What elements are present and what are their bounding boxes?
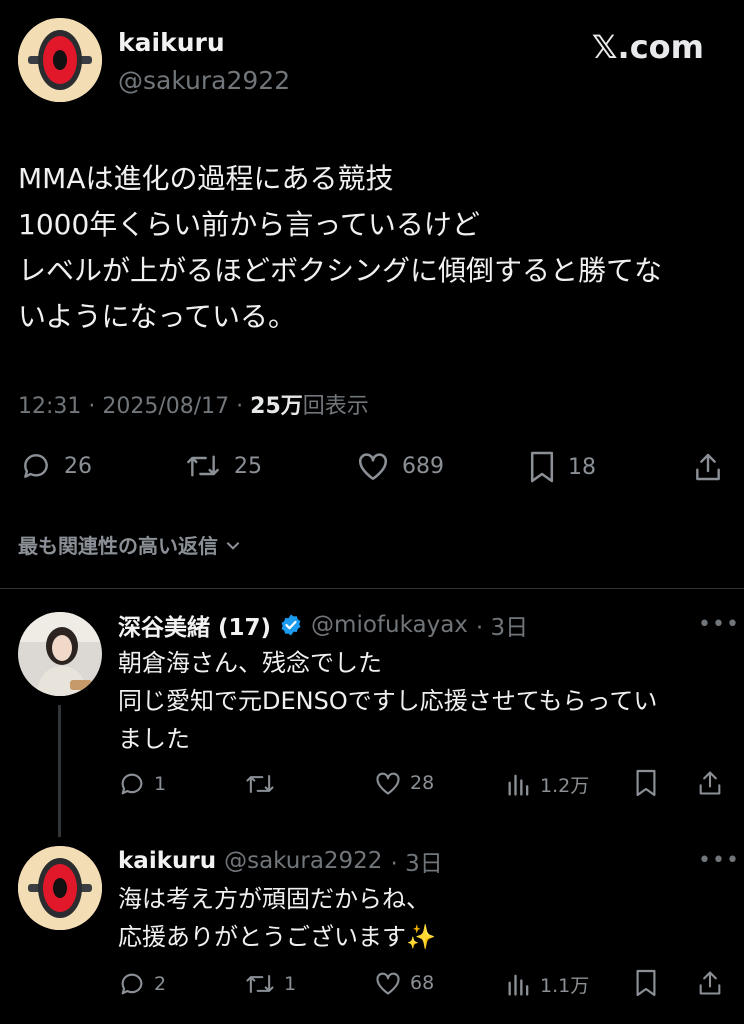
repost-icon: [246, 774, 274, 794]
reply-icon: [24, 454, 48, 478]
repost-icon: [246, 974, 274, 994]
reply-reply-button[interactable]: 1: [118, 770, 166, 798]
reply-body: 朝倉海さん、残念でした 同じ愛知で元DENSOですし応援させてもらってい ました: [118, 644, 657, 758]
like-button[interactable]: 689: [356, 450, 444, 482]
chevron-down-icon: [226, 541, 240, 550]
reply-button[interactable]: 26: [20, 450, 92, 482]
reply-line: 海は考え方が頑固だからね、: [118, 885, 430, 913]
share-button[interactable]: [692, 450, 724, 484]
share-icon: [699, 971, 721, 995]
verified-badge-icon: [281, 614, 301, 636]
profile-photo: [18, 612, 102, 696]
analytics-icon: [508, 974, 529, 996]
reply-count: 1: [154, 773, 167, 795]
reply-header: kaikuru @sakura2922 · 3日: [118, 844, 443, 878]
reply-reply-button[interactable]: 2: [118, 970, 166, 998]
x-logo: 𝕏.com: [591, 28, 704, 66]
more-options-icon[interactable]: •••: [698, 612, 740, 637]
bookmark-button[interactable]: 18: [528, 450, 596, 484]
sort-label: 最も関連性の高い返信: [18, 534, 218, 558]
reply-line: 朝倉海さん、残念でした: [118, 649, 382, 677]
reply-avatar[interactable]: [18, 612, 102, 696]
reply-author-handle[interactable]: @sakura2922: [224, 848, 382, 874]
heart-icon: [376, 972, 400, 995]
reply-icon: [121, 973, 143, 995]
share-icon: [699, 771, 721, 795]
ab-wheel-icon: [18, 846, 102, 930]
bookmark-icon: [636, 769, 656, 797]
reply-bookmark-button[interactable]: [634, 768, 658, 798]
reply-views-button[interactable]: 1.2万: [506, 770, 589, 798]
reply-author-name[interactable]: 深谷美緒 (17): [118, 608, 271, 642]
reply-share-button[interactable]: [696, 768, 724, 798]
reply-time[interactable]: · 3日: [476, 608, 528, 642]
reply-avatar[interactable]: [18, 846, 102, 930]
views-label: 回表示: [302, 394, 369, 419]
share-icon: [696, 453, 720, 481]
reply-repost-button[interactable]: [244, 770, 284, 798]
views-count: 1.1万: [540, 974, 590, 997]
reply-icon: [121, 773, 143, 795]
reply-header: 深谷美緒 (17) @miofukayax · 3日: [118, 608, 528, 642]
bookmark-count: 18: [568, 454, 596, 480]
sort-replies-dropdown[interactable]: 最も関連性の高い返信: [18, 530, 242, 559]
reply-line: ました: [118, 725, 190, 753]
reply-author-name[interactable]: kaikuru: [118, 848, 216, 874]
post-timestamp[interactable]: 12:31 · 2025/08/17 ·: [18, 394, 250, 419]
heart-icon: [376, 772, 400, 795]
repost-count: 1: [284, 973, 297, 995]
views-count: 1.2万: [540, 774, 590, 797]
reply-like-button[interactable]: 28: [374, 770, 434, 796]
reply-bookmark-button[interactable]: [634, 968, 658, 998]
bookmark-icon: [530, 451, 554, 483]
reply-share-button[interactable]: [696, 968, 724, 998]
post-line: レベルが上がるほどボクシングに傾倒すると勝てな: [18, 254, 663, 287]
like-count: 689: [402, 453, 444, 479]
post-line: 1000年くらい前から言っているけど: [18, 208, 480, 241]
more-options-icon[interactable]: •••: [698, 848, 740, 873]
author-handle[interactable]: @sakura2922: [118, 66, 290, 95]
bookmark-icon: [636, 969, 656, 997]
repost-count: 25: [234, 453, 262, 479]
like-count: 68: [410, 972, 435, 994]
post-body: MMAは進化の過程にある競技 1000年くらい前から言っているけど レベルが上が…: [18, 156, 728, 340]
post-line: いようになっている。: [18, 300, 297, 333]
like-count: 28: [410, 772, 435, 794]
author-name[interactable]: kaikuru: [118, 28, 225, 57]
reply-count: 26: [64, 453, 92, 479]
author-avatar[interactable]: [18, 18, 102, 102]
ab-wheel-icon: [18, 18, 102, 102]
reply-line: 同じ愛知で元DENSOですし応援させてもらってい: [118, 687, 658, 715]
reply-body: 海は考え方が頑固だからね、 応援ありがとうございます✨: [118, 880, 436, 956]
repost-button[interactable]: 25: [184, 450, 262, 482]
post-meta: 12:31 · 2025/08/17 · 25万回表示: [18, 388, 369, 420]
divider: [0, 588, 744, 589]
reply-time[interactable]: · 3日: [390, 844, 442, 878]
reply-views-button[interactable]: 1.1万: [506, 970, 589, 998]
repost-icon: [187, 455, 219, 477]
thread-line: [58, 705, 61, 837]
reply-author-handle[interactable]: @miofukayax: [311, 612, 468, 638]
heart-icon: [358, 453, 388, 481]
reply-repost-button[interactable]: 1: [244, 970, 296, 998]
post-line: MMAは進化の過程にある競技: [18, 162, 394, 195]
analytics-icon: [508, 774, 529, 796]
reply-like-button[interactable]: 68: [374, 970, 434, 996]
views-count: 25万: [250, 394, 303, 419]
reply-line: 応援ありがとうございます✨: [118, 923, 436, 951]
reply-count: 2: [154, 973, 167, 995]
